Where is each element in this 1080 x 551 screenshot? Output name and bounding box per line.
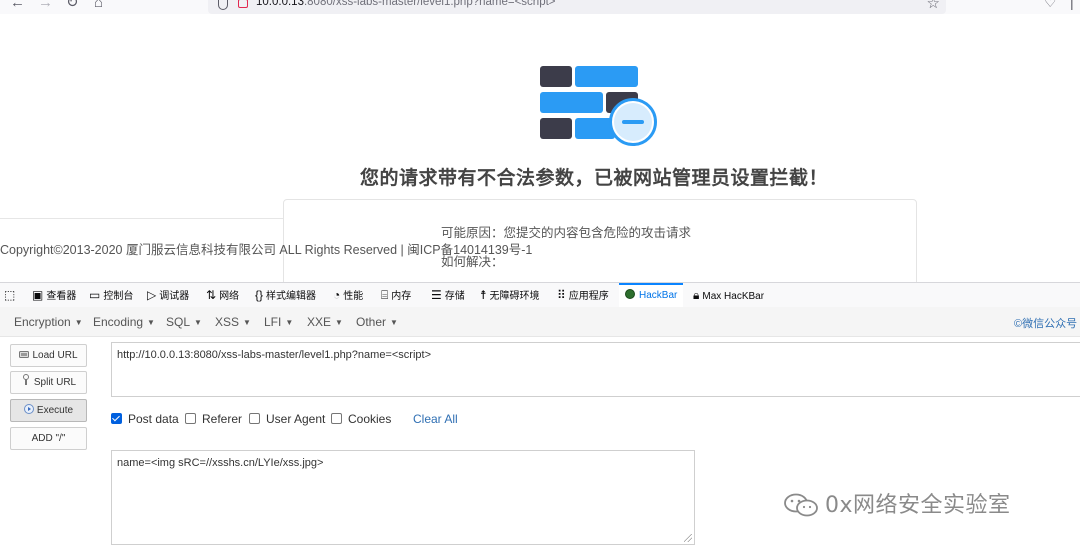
url-host: 10.0.0.13	[256, 0, 304, 8]
menu-sql[interactable]: SQL ▼	[166, 315, 202, 329]
blocked-title: 您的请求带有不合法参数，已被网站管理员设置拦截！	[359, 168, 828, 189]
tab-application[interactable]: ⠿ 应用程序	[557, 283, 609, 307]
logo-brick	[540, 118, 572, 139]
clear-all-button[interactable]: Clear All	[413, 412, 458, 426]
forward-icon[interactable]: →	[38, 0, 53, 12]
checkbox-icon	[331, 413, 342, 424]
caret-down-icon: ▼	[194, 318, 202, 327]
inspector-icon: ⬚	[4, 288, 16, 302]
address-text[interactable]: 10.0.0.13:8080/xss-labs-master/level1.ph…	[256, 0, 556, 8]
braces-icon: {}	[255, 288, 264, 302]
tab-performance[interactable]: ◔ 性能	[333, 283, 363, 307]
accessibility-icon: ☨	[480, 288, 487, 302]
add-slash-button[interactable]: ADD "/"	[10, 427, 87, 450]
caret-down-icon: ▼	[285, 318, 294, 327]
menu-other[interactable]: Other ▼	[356, 315, 398, 329]
home-icon[interactable]: ⌂	[94, 0, 103, 12]
load-url-icon	[19, 351, 30, 358]
pocket-icon[interactable]: ♡	[1044, 0, 1057, 11]
post-data-value: name=<img sRC=//xsshs.cn/LYIe/xss.jpg>	[117, 457, 324, 469]
play-icon	[23, 404, 34, 414]
debugger-icon: ▷	[147, 288, 157, 302]
logo-brick	[575, 66, 638, 87]
footer-divider	[0, 218, 283, 219]
memory-icon: ⌸	[381, 288, 389, 302]
load-url-button[interactable]: Load URL	[10, 344, 87, 367]
caret-down-icon: ▼	[390, 318, 398, 327]
watermark: 0x网络安全实验室	[783, 487, 1011, 519]
tab-style-editor[interactable]: {} 样式编辑器	[255, 283, 316, 307]
tab-inspector[interactable]: ▣ 查看器	[32, 283, 76, 307]
lock-icon: 🔒︎	[693, 288, 700, 302]
caret-down-icon: ▼	[335, 318, 343, 327]
split-url-button[interactable]: Split URL	[10, 371, 87, 394]
tab-picker[interactable]: ⬚	[4, 283, 18, 307]
checkbox-checked-icon	[111, 413, 122, 424]
menu-xxe[interactable]: XXE ▼	[307, 315, 343, 329]
grid-icon: ⠿	[557, 288, 566, 302]
performance-icon: ◔	[333, 288, 341, 302]
checkbox-icon	[185, 413, 196, 424]
back-icon[interactable]: ←	[10, 0, 25, 12]
browser-toolbar: ← → ↻ ⌂ 10.0.0.13:8080/xss-labs-master/l…	[0, 0, 1080, 14]
copyright-text: Copyright©2013-2020 厦门服云信息科技有限公司 ALL Rig…	[0, 243, 533, 257]
url-path: :8080/xss-labs-master/level1.php?name=<s…	[303, 0, 556, 8]
storage-icon: ☰	[431, 288, 442, 302]
resize-grip-icon[interactable]	[684, 534, 692, 542]
tab-max-hackbar[interactable]: 🔒︎ Max HacKBar	[693, 283, 764, 307]
network-icon: ⇅	[206, 288, 217, 302]
library-icon[interactable]: |	[1070, 0, 1074, 10]
tab-storage[interactable]: ☰ 存储	[431, 283, 465, 307]
insecure-lock-icon[interactable]	[238, 0, 248, 8]
tab-accessibility[interactable]: ☨ 无障碍环境	[480, 283, 540, 307]
devtools-tabbar: ⬚ ▣ 查看器 ▭ 控制台 ▷ 调试器 ⇅ 网络 {} 样式编辑器 ◔ 性能 ⌸ 内存 ☰ 存储…	[0, 282, 1080, 308]
address-bar[interactable]: 10.0.0.13:8080/xss-labs-master/level1.ph…	[208, 0, 946, 14]
wechat-icon	[784, 493, 818, 517]
logo-brick	[540, 92, 603, 113]
hackbar-icon	[625, 289, 635, 299]
checkbox-icon	[249, 413, 260, 424]
post-data-textarea[interactable]: name=<img sRC=//xsshs.cn/LYIe/xss.jpg>	[111, 450, 695, 545]
menu-encryption[interactable]: Encryption ▼	[14, 315, 83, 329]
menu-xss[interactable]: XSS ▼	[215, 315, 251, 329]
reload-icon[interactable]: ↻	[66, 0, 79, 12]
tab-console[interactable]: ▭ 控制台	[89, 283, 133, 307]
split-url-icon	[22, 374, 29, 385]
bookmark-star-icon[interactable]: ☆	[927, 0, 940, 12]
post-data-checkbox[interactable]: Post data	[111, 412, 179, 426]
tab-network[interactable]: ⇅ 网络	[206, 283, 239, 307]
tracking-shield-icon[interactable]	[218, 0, 228, 10]
referer-checkbox[interactable]: Referer	[185, 412, 242, 426]
url-textarea[interactable]: http://10.0.0.13:8080/xss-labs-master/le…	[111, 342, 1080, 397]
execute-button[interactable]: Execute	[10, 399, 87, 422]
blocked-minus-icon	[609, 98, 657, 146]
user-agent-checkbox[interactable]: User Agent	[249, 412, 325, 426]
menu-encoding[interactable]: Encoding ▼	[93, 315, 155, 329]
cookies-checkbox[interactable]: Cookies	[331, 412, 391, 426]
tab-memory[interactable]: ⌸ 内存	[381, 283, 411, 307]
menu-lfi[interactable]: LFI ▼	[264, 315, 293, 329]
tab-hackbar[interactable]: HackBar	[619, 283, 684, 307]
hackbar-menu: Encryption ▼ Encoding ▼ SQL ▼ XSS ▼ LFI ▼ XXE…	[0, 307, 1080, 337]
caret-down-icon: ▼	[147, 318, 155, 327]
chip-icon: ▣	[32, 288, 44, 302]
caret-down-icon: ▼	[74, 318, 83, 327]
console-icon: ▭	[89, 288, 101, 302]
wechat-link[interactable]: ©微信公众号	[1014, 315, 1077, 331]
tab-debugger[interactable]: ▷ 调试器	[147, 283, 189, 307]
caret-down-icon: ▼	[243, 318, 251, 327]
logo-brick	[540, 66, 572, 87]
